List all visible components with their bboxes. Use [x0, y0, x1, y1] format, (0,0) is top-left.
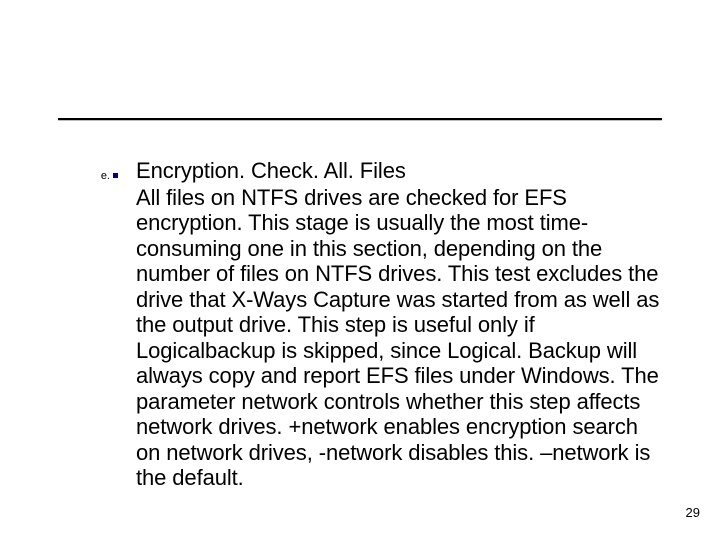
list-marker-column: e.	[58, 158, 136, 184]
item-body: All files on NTFS drives are checked for…	[136, 185, 662, 491]
slide: e. Encryption. Check. All. Files All fil…	[0, 0, 720, 540]
list-marker: e.	[101, 170, 118, 182]
page-number: 29	[686, 505, 700, 520]
content-row: e. Encryption. Check. All. Files All fil…	[58, 158, 662, 491]
header-rule-shadow	[58, 120, 662, 121]
list-item-text: Encryption. Check. All. Files All files …	[136, 158, 662, 491]
item-title: Encryption. Check. All. Files	[136, 158, 662, 184]
bullet-icon	[113, 173, 118, 178]
list-marker-label: e.	[101, 170, 110, 182]
